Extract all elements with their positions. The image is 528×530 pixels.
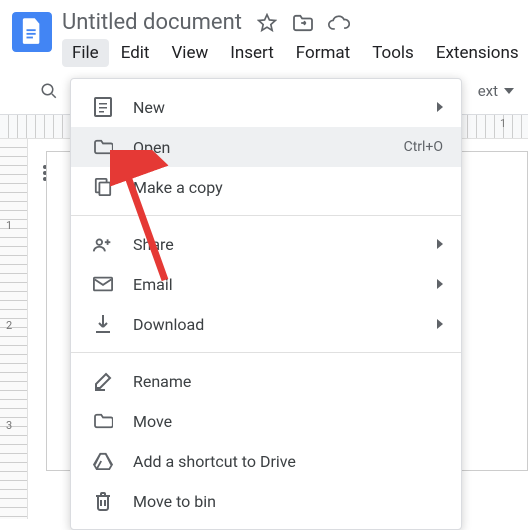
dropdown-arrow-icon[interactable] [504, 88, 514, 94]
menu-item-label: Move to bin [133, 492, 216, 511]
menu-insert[interactable]: Insert [220, 39, 284, 67]
search-icon[interactable] [38, 80, 60, 102]
menu-item-rename[interactable]: Rename [71, 361, 461, 401]
move-icon [91, 409, 115, 433]
move-to-folder-icon[interactable] [292, 12, 314, 34]
submenu-arrow-icon [437, 319, 443, 329]
menu-item-shortcut: Ctrl+O [404, 139, 443, 155]
cloud-status-icon[interactable] [328, 12, 350, 34]
menu-item-label: Add a shortcut to Drive [133, 452, 296, 471]
style-selector-label[interactable]: ext [478, 82, 498, 100]
document-title[interactable]: Untitled document [62, 10, 242, 35]
drive-shortcut-icon [91, 449, 115, 473]
menu-item-open[interactable]: Open Ctrl+O [71, 127, 461, 167]
menu-item-share[interactable]: Share [71, 224, 461, 264]
ruler-mark: 1 [6, 219, 12, 232]
menu-item-label: Download [133, 315, 204, 334]
ruler-mark: 3 [6, 419, 12, 432]
menu-item-label: Share [133, 235, 174, 254]
docs-logo[interactable] [12, 12, 52, 52]
menu-item-download[interactable]: Download [71, 304, 461, 344]
menu-item-label: New [133, 98, 165, 117]
submenu-arrow-icon [437, 279, 443, 289]
menu-item-move-to-bin[interactable]: Move to bin [71, 481, 461, 521]
menu-separator [71, 352, 461, 353]
menu-item-label: Move [133, 412, 172, 431]
menu-format[interactable]: Format [286, 39, 360, 67]
submenu-arrow-icon [437, 102, 443, 112]
menu-item-label: Rename [133, 372, 191, 391]
menu-item-make-copy[interactable]: Make a copy [71, 167, 461, 207]
share-icon [91, 232, 115, 256]
ruler-mark: 1 [500, 117, 506, 130]
menu-item-email[interactable]: Email [71, 264, 461, 304]
file-menu-dropdown: New Open Ctrl+O Make a copy Share Email [70, 78, 462, 530]
menu-file[interactable]: File [62, 39, 109, 67]
docs-logo-icon [21, 18, 43, 46]
vertical-ruler[interactable]: 1 2 3 [0, 139, 28, 519]
ruler-mark: 2 [6, 319, 12, 332]
menu-view[interactable]: View [161, 39, 218, 67]
rename-icon [91, 369, 115, 393]
menu-item-add-shortcut[interactable]: Add a shortcut to Drive [71, 441, 461, 481]
menu-item-label: Open [133, 138, 170, 157]
menu-item-move[interactable]: Move [71, 401, 461, 441]
star-icon[interactable] [256, 12, 278, 34]
email-icon [91, 272, 115, 296]
download-icon [91, 312, 115, 336]
menu-item-label: Email [133, 275, 173, 294]
trash-icon [91, 489, 115, 513]
menu-tools[interactable]: Tools [362, 39, 424, 67]
new-doc-icon [91, 95, 115, 119]
menu-edit[interactable]: Edit [111, 39, 160, 67]
submenu-arrow-icon [437, 239, 443, 249]
folder-icon [91, 135, 115, 159]
menu-item-new[interactable]: New [71, 87, 461, 127]
copy-icon [91, 175, 115, 199]
menu-separator [71, 215, 461, 216]
menu-item-label: Make a copy [133, 178, 223, 197]
menu-extensions[interactable]: Extensions [426, 39, 528, 67]
menubar: File Edit View Insert Format Tools Exten… [62, 39, 528, 67]
